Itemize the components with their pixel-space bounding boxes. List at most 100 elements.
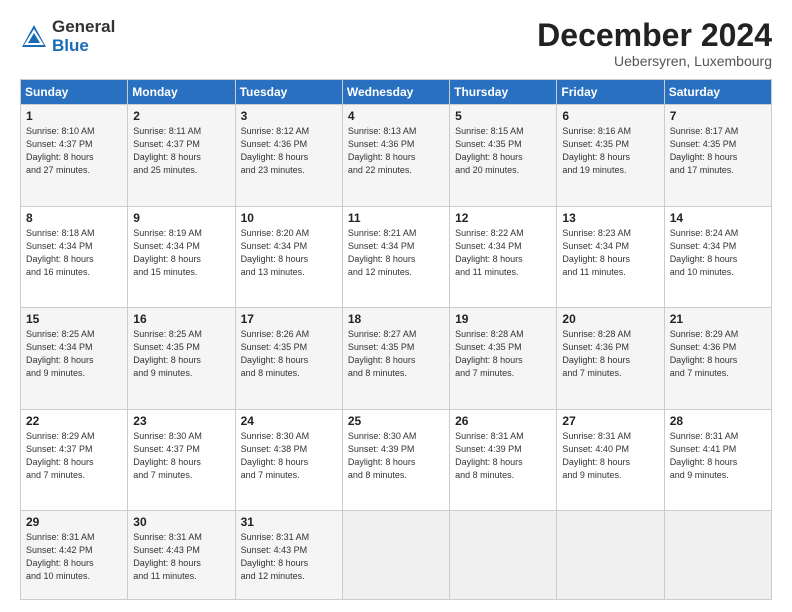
table-row: 7Sunrise: 8:17 AM Sunset: 4:35 PM Daylig…: [664, 105, 771, 206]
logo-icon: [20, 23, 48, 51]
day-info: Sunrise: 8:31 AM Sunset: 4:43 PM Dayligh…: [133, 531, 230, 583]
table-row: 25 Sunrise: 8:30 AM Sunset: 4:39 PM Dayli…: [342, 409, 449, 510]
logo: General Blue: [20, 18, 115, 55]
day-info: Sunrise: 8:25 AM Sunset: 4:35 PM Dayligh…: [133, 328, 230, 380]
table-row: [342, 511, 449, 600]
table-row: 4 Sunrise: 8:13 AM Sunset: 4:36 PM Daylig…: [342, 105, 449, 206]
day-number: 1: [26, 109, 123, 123]
table-row: 27Sunrise: 8:31 AM Sunset: 4:40 PM Dayli…: [557, 409, 664, 510]
day-number: 31: [241, 515, 338, 529]
table-row: [664, 511, 771, 600]
day-number: 28: [670, 414, 767, 428]
table-row: 9 Sunrise: 8:19 AM Sunset: 4:34 PM Daylig…: [128, 206, 235, 307]
day-number: 20: [562, 312, 659, 326]
day-info: Sunrise: 8:30 AM Sunset: 4:37 PM Dayligh…: [133, 430, 230, 482]
table-row: 24Sunrise: 8:30 AM Sunset: 4:38 PM Dayli…: [235, 409, 342, 510]
table-row: 30 Sunrise: 8:31 AM Sunset: 4:43 PM Dayli…: [128, 511, 235, 600]
header: General Blue December 2024 Uebersyren, L…: [20, 18, 772, 69]
day-number: 3: [241, 109, 338, 123]
day-info: Sunrise: 8:22 AM Sunset: 4:34 PM Dayligh…: [455, 227, 552, 279]
page: General Blue December 2024 Uebersyren, L…: [0, 0, 792, 612]
header-row: Sunday Monday Tuesday Wednesday Thursday…: [21, 80, 772, 105]
day-number: 25: [348, 414, 445, 428]
day-info: Sunrise: 8:31 AM Sunset: 4:42 PM Dayligh…: [26, 531, 123, 583]
table-row: 23 Sunrise: 8:30 AM Sunset: 4:37 PM Dayli…: [128, 409, 235, 510]
day-info: Sunrise: 8:26 AM Sunset: 4:35 PM Dayligh…: [241, 328, 338, 380]
table-row: 14 Sunrise: 8:24 AM Sunset: 4:34 PM Dayli…: [664, 206, 771, 307]
table-row: 22Sunrise: 8:29 AM Sunset: 4:37 PM Dayli…: [21, 409, 128, 510]
day-number: 5: [455, 109, 552, 123]
col-friday: Friday: [557, 80, 664, 105]
day-number: 24: [241, 414, 338, 428]
day-number: 4: [348, 109, 445, 123]
table-row: 29 Sunrise: 8:31 AM Sunset: 4:42 PM Dayli…: [21, 511, 128, 600]
day-number: 6: [562, 109, 659, 123]
table-row: [557, 511, 664, 600]
day-info: Sunrise: 8:21 AM Sunset: 4:34 PM Dayligh…: [348, 227, 445, 279]
day-number: 22: [26, 414, 123, 428]
day-info: Sunrise: 8:24 AM Sunset: 4:34 PM Dayligh…: [670, 227, 767, 279]
day-number: 2: [133, 109, 230, 123]
day-info: Sunrise: 8:20 AM Sunset: 4:34 PM Dayligh…: [241, 227, 338, 279]
day-number: 18: [348, 312, 445, 326]
day-info: Sunrise: 8:19 AM Sunset: 4:34 PM Dayligh…: [133, 227, 230, 279]
table-row: 31 Sunrise: 8:31 AM Sunset: 4:43 PM Dayli…: [235, 511, 342, 600]
day-number: 30: [133, 515, 230, 529]
table-row: 28Sunrise: 8:31 AM Sunset: 4:41 PM Dayli…: [664, 409, 771, 510]
day-number: 23: [133, 414, 230, 428]
day-info: Sunrise: 8:31 AM Sunset: 4:39 PM Dayligh…: [455, 430, 552, 482]
day-info: Sunrise: 8:18 AM Sunset: 4:34 PM Dayligh…: [26, 227, 123, 279]
day-info: Sunrise: 8:28 AM Sunset: 4:35 PM Dayligh…: [455, 328, 552, 380]
table-row: 15 Sunrise: 8:25 AM Sunset: 4:34 PM Dayli…: [21, 308, 128, 409]
day-info: Sunrise: 8:31 AM Sunset: 4:43 PM Dayligh…: [241, 531, 338, 583]
day-info: Sunrise: 8:11 AM Sunset: 4:37 PM Dayligh…: [133, 125, 230, 177]
month-title: December 2024: [537, 18, 772, 53]
table-row: [450, 511, 557, 600]
table-row: 19 Sunrise: 8:28 AM Sunset: 4:35 PM Dayli…: [450, 308, 557, 409]
day-number: 9: [133, 211, 230, 225]
day-info: Sunrise: 8:13 AM Sunset: 4:36 PM Dayligh…: [348, 125, 445, 177]
day-number: 27: [562, 414, 659, 428]
table-row: 2 Sunrise: 8:11 AM Sunset: 4:37 PM Daylig…: [128, 105, 235, 206]
day-number: 13: [562, 211, 659, 225]
day-number: 29: [26, 515, 123, 529]
day-number: 17: [241, 312, 338, 326]
table-row: 10Sunrise: 8:20 AM Sunset: 4:34 PM Dayli…: [235, 206, 342, 307]
col-wednesday: Wednesday: [342, 80, 449, 105]
day-info: Sunrise: 8:12 AM Sunset: 4:36 PM Dayligh…: [241, 125, 338, 177]
day-info: Sunrise: 8:15 AM Sunset: 4:35 PM Dayligh…: [455, 125, 552, 177]
day-number: 19: [455, 312, 552, 326]
day-number: 11: [348, 211, 445, 225]
day-info: Sunrise: 8:27 AM Sunset: 4:35 PM Dayligh…: [348, 328, 445, 380]
day-number: 8: [26, 211, 123, 225]
table-row: 21 Sunrise: 8:29 AM Sunset: 4:36 PM Dayli…: [664, 308, 771, 409]
table-row: 16 Sunrise: 8:25 AM Sunset: 4:35 PM Dayli…: [128, 308, 235, 409]
day-info: Sunrise: 8:16 AM Sunset: 4:35 PM Dayligh…: [562, 125, 659, 177]
day-number: 21: [670, 312, 767, 326]
logo-general-text: General: [52, 18, 115, 37]
table-row: 5 Sunrise: 8:15 AM Sunset: 4:35 PM Daylig…: [450, 105, 557, 206]
day-number: 15: [26, 312, 123, 326]
day-info: Sunrise: 8:10 AM Sunset: 4:37 PM Dayligh…: [26, 125, 123, 177]
table-row: 1 Sunrise: 8:10 AM Sunset: 4:37 PM Daylig…: [21, 105, 128, 206]
table-row: 18 Sunrise: 8:27 AM Sunset: 4:35 PM Dayli…: [342, 308, 449, 409]
table-row: 8 Sunrise: 8:18 AM Sunset: 4:34 PM Daylig…: [21, 206, 128, 307]
subtitle: Uebersyren, Luxembourg: [537, 53, 772, 69]
day-info: Sunrise: 8:25 AM Sunset: 4:34 PM Dayligh…: [26, 328, 123, 380]
logo-text: General Blue: [52, 18, 115, 55]
day-number: 14: [670, 211, 767, 225]
day-info: Sunrise: 8:29 AM Sunset: 4:36 PM Dayligh…: [670, 328, 767, 380]
col-thursday: Thursday: [450, 80, 557, 105]
table-row: 11 Sunrise: 8:21 AM Sunset: 4:34 PM Dayli…: [342, 206, 449, 307]
table-row: 26Sunrise: 8:31 AM Sunset: 4:39 PM Dayli…: [450, 409, 557, 510]
calendar-table: Sunday Monday Tuesday Wednesday Thursday…: [20, 79, 772, 600]
col-sunday: Sunday: [21, 80, 128, 105]
col-monday: Monday: [128, 80, 235, 105]
table-row: 17 Sunrise: 8:26 AM Sunset: 4:35 PM Dayli…: [235, 308, 342, 409]
day-number: 16: [133, 312, 230, 326]
day-info: Sunrise: 8:30 AM Sunset: 4:39 PM Dayligh…: [348, 430, 445, 482]
logo-blue-text: Blue: [52, 37, 115, 56]
day-info: Sunrise: 8:28 AM Sunset: 4:36 PM Dayligh…: [562, 328, 659, 380]
title-area: December 2024 Uebersyren, Luxembourg: [537, 18, 772, 69]
col-tuesday: Tuesday: [235, 80, 342, 105]
